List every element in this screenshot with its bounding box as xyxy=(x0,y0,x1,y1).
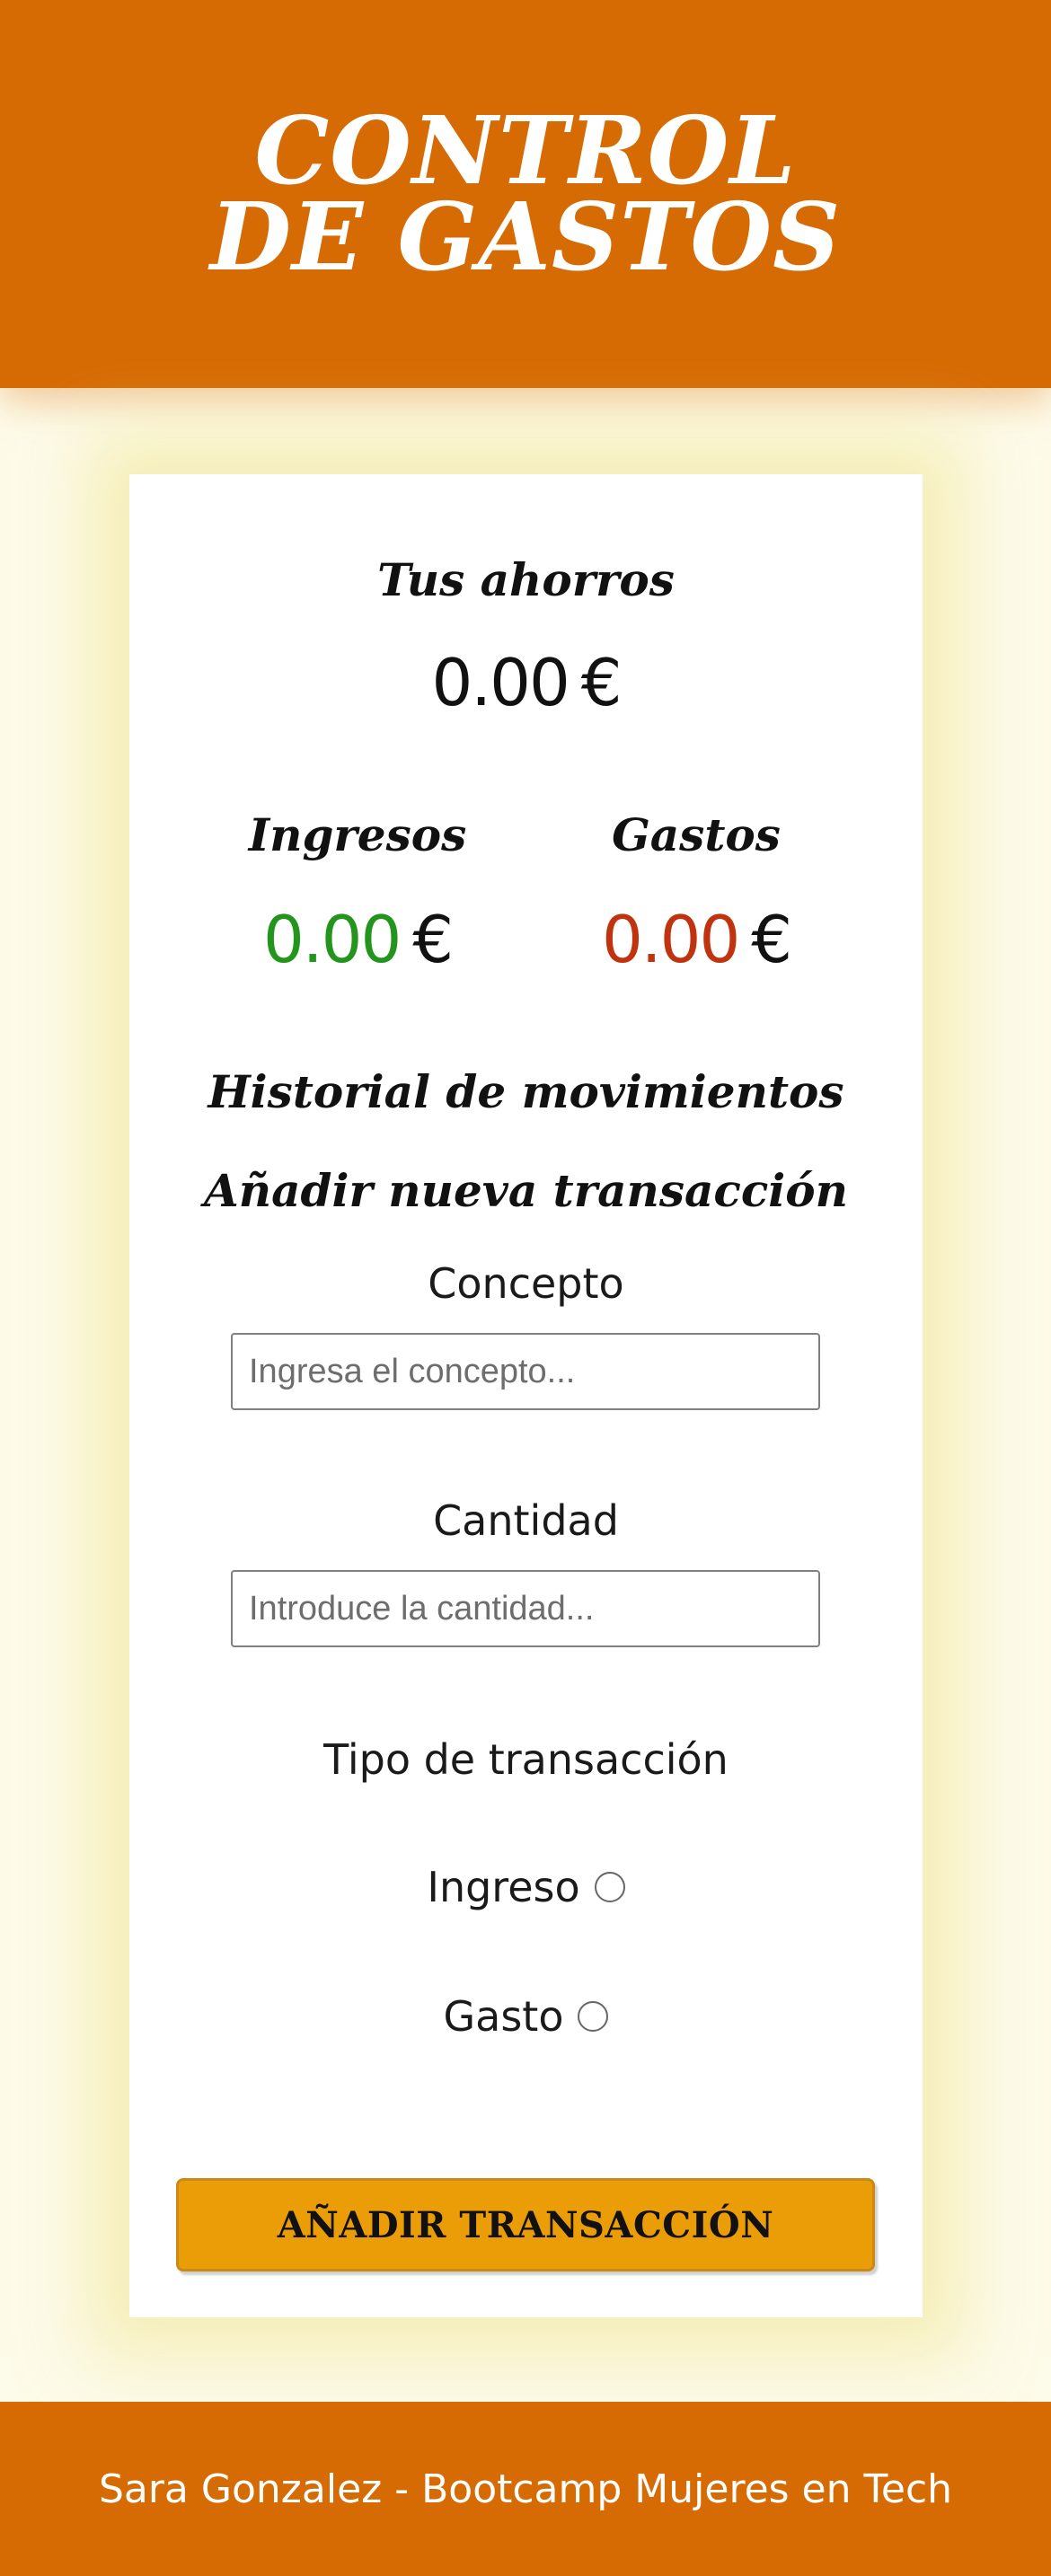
expenses-title: Gastos xyxy=(612,808,781,861)
savings-title: Tus ahorros xyxy=(377,553,675,606)
income-option[interactable]: Ingreso xyxy=(129,1863,923,1911)
footer-text: Sara Gonzalez - Bootcamp Mujeres en Tech xyxy=(98,2466,953,2512)
expenses-amount: 0.00 € xyxy=(561,902,831,977)
savings-value: 0.00 xyxy=(431,645,570,720)
amount-input[interactable] xyxy=(231,1570,820,1647)
type-label: Tipo de transacción xyxy=(323,1735,729,1784)
expense-radio[interactable] xyxy=(578,2001,609,2032)
page-header: CONTROL DE GASTOS xyxy=(0,0,1051,388)
concept-label: Concepto xyxy=(428,1259,624,1308)
main-card: Tus ahorros 0.00 € Ingresos 0.00 € Gastos … xyxy=(129,474,923,2317)
savings-currency: € xyxy=(580,645,623,720)
expense-option[interactable]: Gasto xyxy=(129,1992,923,2041)
add-transaction-button[interactable]: AÑADIR TRANSACCIÓN xyxy=(176,2178,875,2272)
savings-amount: 0.00 € xyxy=(129,645,923,720)
page-footer: Sara Gonzalez - Bootcamp Mujeres en Tech xyxy=(0,2402,1051,2576)
concept-input[interactable] xyxy=(231,1333,820,1410)
income-title: Ingresos xyxy=(248,808,467,861)
amount-label: Cantidad xyxy=(433,1496,619,1545)
income-option-label: Ingreso xyxy=(427,1863,580,1911)
expense-option-label: Gasto xyxy=(443,1992,564,2041)
income-radio[interactable] xyxy=(594,1872,625,1902)
income-amount: 0.00 € xyxy=(214,902,501,977)
income-value: 0.00 xyxy=(262,902,402,977)
expenses-value: 0.00 xyxy=(601,902,740,977)
expenses-currency: € xyxy=(751,902,792,977)
form-title: Añadir nueva transacción xyxy=(204,1164,848,1217)
income-currency: € xyxy=(412,902,454,977)
page-title: CONTROL DE GASTOS xyxy=(209,95,842,292)
history-title: Historial de movimientos xyxy=(208,1065,844,1118)
